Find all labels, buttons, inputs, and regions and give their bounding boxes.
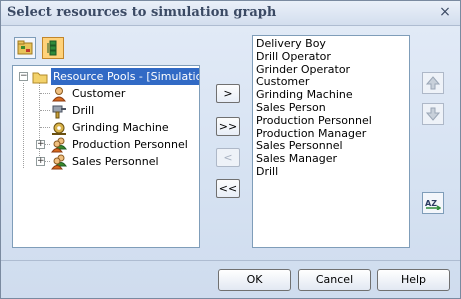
tree-node-label: Grinding Machine [72,121,169,134]
list-item[interactable]: Drill [253,165,409,179]
hierarchy-icon [47,40,57,56]
machine-icon [52,122,66,135]
cancel-button[interactable]: Cancel [298,269,371,291]
list-item[interactable]: Drill Operator [253,50,409,64]
group-icon [51,137,67,153]
folder-tree-icon [17,40,33,55]
sort-az-icon: AZ [425,199,441,210]
ok-button[interactable]: OK [218,269,291,291]
add-all-button[interactable]: >> [216,117,240,136]
collapse-toggle[interactable]: − [19,72,28,81]
tree-root-node[interactable]: − Resource Pools - [Simulation E: [13,68,199,85]
remove-selected-button[interactable]: < [216,148,240,167]
folder-icon [32,72,48,84]
list-item[interactable]: Production Personnel [253,114,409,128]
selected-resources-list[interactable]: Delivery Boy Drill Operator Grinder Oper… [252,35,410,248]
tree-node-label: Sales Personnel [72,155,159,168]
help-button[interactable]: Help [377,269,450,291]
move-up-button[interactable] [422,72,444,94]
window-title: Select resources to simulation graph [7,5,277,20]
arrow-down-icon [426,107,440,121]
dialog-window: Select resources to simulation graph × − [0,0,461,299]
person-icon [51,87,67,102]
tree-node-label: Customer [72,87,126,100]
tree-node-sales-personnel[interactable]: + Sales Personnel [13,153,199,170]
resource-tree[interactable]: − Resource Pools - [Simulation E: Custom… [12,65,200,248]
tree-node-drill[interactable]: Drill [13,102,199,119]
remove-all-button[interactable]: << [216,179,240,198]
svg-text:AZ: AZ [425,199,437,208]
list-item[interactable]: Delivery Boy [253,37,409,51]
move-down-button[interactable] [422,103,444,125]
group-icon [51,154,67,170]
tree-view-button[interactable] [14,37,36,59]
hierarchy-view-button[interactable] [42,37,64,59]
sort-alphabetical-button[interactable]: AZ [422,192,444,214]
footer-separator [1,260,460,261]
expand-toggle[interactable]: + [36,157,45,166]
expand-toggle[interactable]: + [36,140,45,149]
title-bar: Select resources to simulation graph × [1,1,460,26]
tree-node-label: Drill [72,104,95,117]
list-item[interactable]: Sales Person [253,101,409,115]
tree-node-label: Production Personnel [72,138,188,151]
close-button[interactable]: × [436,3,454,21]
tree-node-production-personnel[interactable]: + Production Personnel [13,136,199,153]
arrow-up-icon [426,76,440,90]
add-selected-button[interactable]: > [216,84,240,103]
tree-root-label: Resource Pools - [Simulation E: [51,68,199,85]
machine-icon [52,105,66,119]
tree-node-grinding-machine[interactable]: Grinding Machine [13,119,199,136]
tree-node-customer[interactable]: Customer [13,85,199,102]
